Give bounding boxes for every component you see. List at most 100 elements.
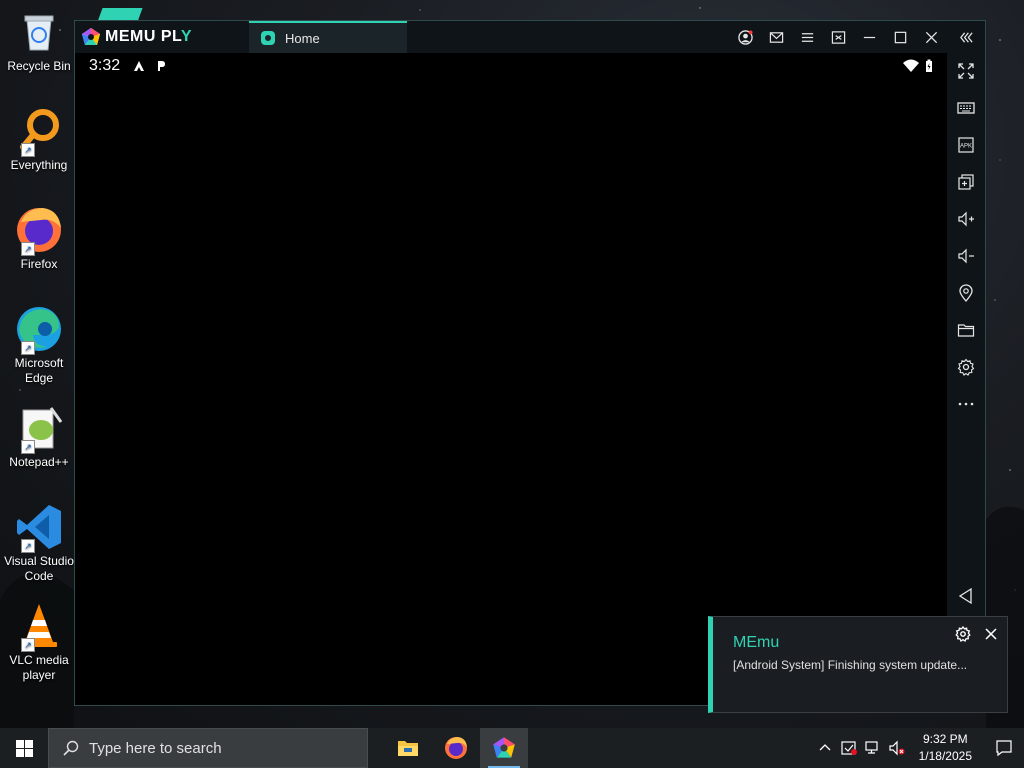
desktop-icon-label: Firefox <box>20 257 58 271</box>
action-center-button[interactable] <box>984 728 1024 768</box>
volume-up-icon <box>958 211 974 227</box>
collapse-sidebar-button[interactable] <box>947 21 985 53</box>
memu-icon <box>493 737 515 758</box>
multi-instance-icon <box>958 174 974 190</box>
back-button[interactable] <box>947 581 985 611</box>
taskbar-firefox[interactable] <box>432 728 480 768</box>
memu-side-toolbar: APK <box>947 53 985 705</box>
show-hidden-icons-button[interactable] <box>813 728 837 768</box>
firefox-icon: ↗ <box>15 206 63 256</box>
volume-button[interactable] <box>885 728 909 768</box>
edge-icon: ↗ <box>15 305 63 355</box>
apk-install-icon: APK <box>958 137 974 153</box>
desktop-icon-firefox[interactable]: ↗ Firefox <box>4 206 74 272</box>
taskbar: Type here to search 9:32 PM 1/18/2025 <box>0 728 1024 768</box>
android-status-icons <box>903 59 933 73</box>
menu-icon <box>801 32 814 42</box>
toast-title: MEmu <box>733 634 780 651</box>
taskbar-memu[interactable] <box>480 728 528 768</box>
desktop-icon-label: VLC media player <box>9 653 69 682</box>
search-placeholder: Type here to search <box>89 739 222 757</box>
maximize-icon <box>894 31 907 43</box>
close-icon <box>985 628 997 640</box>
chevron-up-icon <box>819 744 831 751</box>
toast-close-button[interactable] <box>983 626 999 642</box>
taskbar-search-box[interactable]: Type here to search <box>48 728 368 768</box>
desktop-icon-edge[interactable]: ↗ Microsoft Edge <box>4 305 74 386</box>
multi-instance-button[interactable] <box>947 167 985 197</box>
desktop-icon-label: Notepad++ <box>9 455 69 469</box>
tab-label: Home <box>285 30 320 46</box>
start-button[interactable] <box>0 728 48 768</box>
volume-down-icon <box>958 248 974 264</box>
volume-down-button[interactable] <box>947 241 985 271</box>
shared-folder-icon <box>957 324 975 337</box>
location-icon <box>959 284 973 302</box>
desktop-icon-label: Visual Studio Code <box>4 554 74 583</box>
mail-button[interactable] <box>761 21 792 53</box>
memu-titlebar[interactable]: MEMU PLY Home <box>75 21 985 53</box>
screen-mode-button[interactable] <box>823 21 854 53</box>
desktop-icon-notepadpp[interactable]: ↗ Notepad++ <box>4 404 74 470</box>
clock-date: 1/18/2025 <box>918 749 972 763</box>
screen-mode-icon <box>831 30 846 44</box>
file-explorer-icon <box>398 741 418 756</box>
more-button[interactable] <box>947 389 985 419</box>
keyboard-button[interactable] <box>947 93 985 123</box>
fullscreen-icon <box>958 63 974 79</box>
maximize-button[interactable] <box>885 21 916 53</box>
recycle-bin-icon <box>15 8 63 56</box>
toast-settings-button[interactable] <box>955 625 971 642</box>
home-tab-icon <box>261 31 275 45</box>
toast-message: [Android System] Finishing system update… <box>733 658 968 672</box>
tray-app-icon <box>841 741 857 755</box>
minimize-button[interactable] <box>854 21 885 53</box>
notification-p-icon <box>154 59 168 73</box>
collapse-sidebar-icon <box>959 31 973 43</box>
gear-icon <box>955 625 971 642</box>
desktop-icon-vlc[interactable]: ↗ VLC media player <box>4 602 74 683</box>
fullscreen-button[interactable] <box>947 56 985 86</box>
apk-install-button[interactable]: APK <box>947 130 985 160</box>
tab-home[interactable]: Home <box>249 21 407 53</box>
tray-app-button[interactable] <box>837 728 861 768</box>
shared-folder-button[interactable] <box>947 315 985 345</box>
taskbar-file-explorer[interactable] <box>384 728 432 768</box>
taskbar-clock[interactable]: 9:32 PM 1/18/2025 <box>919 731 972 765</box>
notification-a-icon <box>132 59 146 73</box>
more-icon <box>958 402 974 406</box>
system-tray: 9:32 PM 1/18/2025 <box>813 728 1024 768</box>
windows-logo-icon <box>15 739 33 757</box>
shortcut-arrow-icon: ↗ <box>21 341 35 355</box>
firefox-icon <box>445 737 467 759</box>
desktop-icon-label: Recycle Bin <box>7 59 71 73</box>
location-button[interactable] <box>947 278 985 308</box>
desktop-icon-vscode[interactable]: ↗ Visual Studio Code <box>4 503 74 584</box>
search-icon <box>63 740 79 756</box>
android-status-bar: 3:32 <box>75 53 947 79</box>
menu-button[interactable] <box>792 21 823 53</box>
account-button[interactable] <box>730 21 761 53</box>
desktop-icon-recycle-bin[interactable]: Recycle Bin <box>4 8 74 74</box>
mail-icon <box>769 31 784 43</box>
desktop-icon-label: Microsoft Edge <box>14 356 64 385</box>
desktop-icon-label: Everything <box>10 158 68 172</box>
notification-center-icon <box>996 740 1012 757</box>
minimize-icon <box>863 36 876 38</box>
svg-text:APK: APK <box>960 144 972 150</box>
close-button[interactable] <box>916 21 947 53</box>
battery-icon <box>926 59 932 72</box>
close-icon <box>925 31 938 43</box>
network-icon <box>865 741 878 754</box>
network-button[interactable] <box>861 728 885 768</box>
settings-icon <box>957 358 975 376</box>
volume-up-button[interactable] <box>947 204 985 234</box>
notification-toast[interactable]: MEmu [Android System] Finishing system u… <box>708 616 1008 713</box>
memu-logo: MEMU PLY <box>81 27 249 47</box>
keyboard-icon <box>957 102 975 114</box>
desktop-icon-everything[interactable]: ↗ Everything <box>4 107 74 173</box>
shortcut-arrow-icon: ↗ <box>21 143 35 157</box>
android-screen[interactable] <box>75 79 947 705</box>
settings-button[interactable] <box>947 352 985 382</box>
shortcut-arrow-icon: ↗ <box>21 638 35 652</box>
